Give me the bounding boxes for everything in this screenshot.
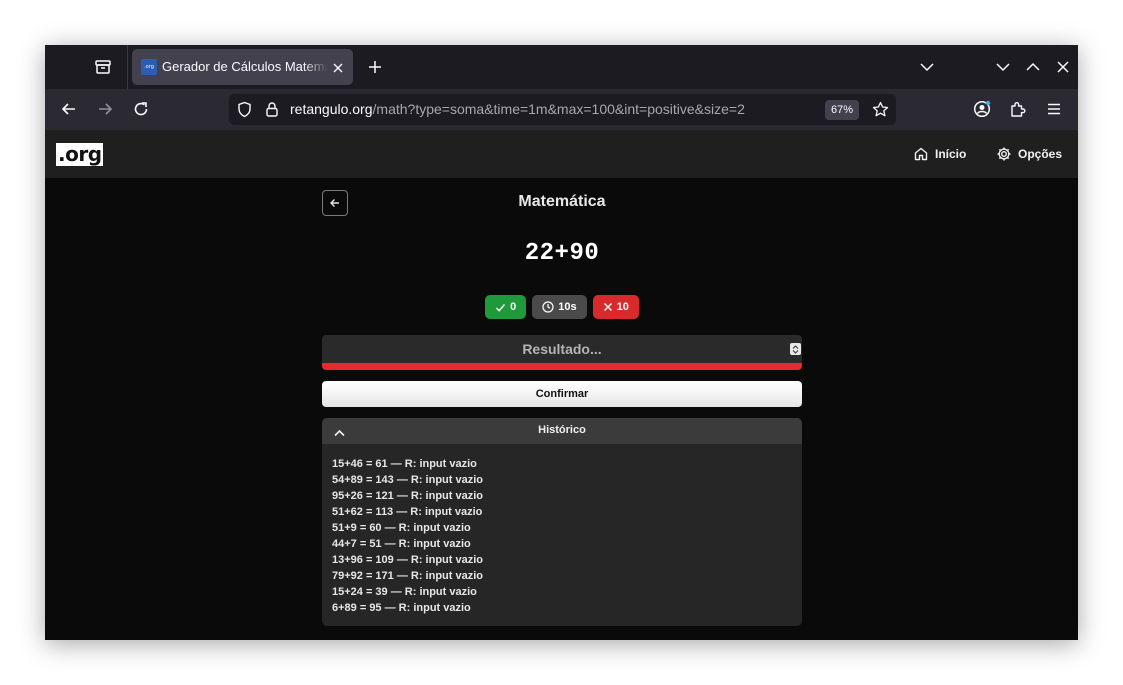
archive-icon[interactable]: [93, 57, 113, 77]
tab-separator: [127, 45, 128, 89]
window-close-icon[interactable]: [1055, 59, 1071, 75]
history-item: 6+89 = 95 — R: input vazio: [332, 602, 471, 614]
arrow-left-icon[interactable]: [60, 100, 78, 118]
history-item: 54+89 = 143 — R: input vazio: [332, 474, 484, 486]
gear-icon: [997, 147, 1011, 161]
minimize-icon[interactable]: [995, 59, 1011, 75]
number-spinner-icon[interactable]: [790, 343, 801, 355]
arrow-right-icon[interactable]: [96, 100, 114, 118]
nav-options-link[interactable]: Opções: [996, 145, 1062, 163]
answer-field-container: [322, 335, 802, 363]
maximize-icon[interactable]: [1025, 59, 1041, 75]
page-title: Matemática: [518, 193, 606, 210]
timer-badge: 10s: [532, 295, 587, 319]
close-icon[interactable]: [331, 60, 345, 74]
history-item: 15+46 = 61 — R: input vazio: [332, 458, 477, 470]
reload-icon[interactable]: [132, 100, 150, 118]
nav-home-link[interactable]: Início: [913, 145, 966, 163]
nav-options-label: Opções: [1018, 147, 1063, 161]
lock-icon[interactable]: [264, 101, 280, 118]
home-icon: [914, 147, 928, 161]
history-item: 15+24 = 39 — R: input vazio: [332, 586, 477, 598]
site-header: .org Início Opções: [45, 130, 1078, 178]
hamburger-icon[interactable]: [1045, 100, 1063, 118]
math-problem: 22+90: [524, 240, 600, 267]
site-logo[interactable]: .org: [56, 143, 103, 166]
x-icon: [603, 303, 612, 311]
zoom-indicator[interactable]: 67%: [825, 100, 859, 120]
clock-icon: [542, 301, 554, 313]
navigation-bar: retangulo.org/math?type=soma&time=1m&max…: [45, 89, 1078, 130]
history-item: 44+7 = 51 — R: input vazio: [332, 538, 471, 550]
puzzle-icon[interactable]: [1009, 100, 1027, 118]
check-icon: [496, 303, 506, 312]
url-bar[interactable]: retangulo.org/math?type=soma&time=1m&max…: [229, 94, 896, 125]
nav-home-label: Início: [935, 147, 967, 161]
url-path: /math?type=soma&time=1m&max=100&int=posi…: [372, 101, 745, 117]
correct-count-badge: 0: [485, 295, 527, 319]
tab-title: Gerador de Cálculos Matemáticos: [162, 59, 328, 74]
chevron-down-icon[interactable]: [919, 59, 935, 75]
tab-bar: .org Gerador de Cálculos Matemáticos: [45, 45, 1078, 89]
wrong-count: 10: [616, 301, 629, 313]
shield-icon[interactable]: [236, 101, 253, 118]
url-host: retangulo.org: [290, 101, 373, 117]
wrong-count-badge: 10: [592, 295, 639, 319]
time-progress-bar: [322, 363, 802, 370]
timer-value: 10s: [558, 301, 577, 313]
account-icon[interactable]: [973, 100, 991, 118]
browser-window: .org Gerador de Cálculos Matemáticos: [45, 45, 1078, 640]
url-text[interactable]: retangulo.org/math?type=soma&time=1m&max…: [290, 101, 745, 118]
history-title: Histórico: [538, 424, 586, 436]
confirm-button[interactable]: Confirmar: [322, 381, 802, 407]
main-content: Matemática 22+90 0 10s 10 Confirmar: [45, 178, 1078, 640]
browser-tab[interactable]: .org Gerador de Cálculos Matemáticos: [132, 49, 353, 85]
plus-icon[interactable]: [366, 58, 384, 76]
history-item: 51+9 = 60 — R: input vazio: [332, 522, 471, 534]
stats-badges: 0 10s 10: [322, 295, 802, 319]
answer-input[interactable]: [322, 335, 802, 363]
star-icon[interactable]: [872, 101, 889, 118]
favicon-text: .org: [144, 64, 154, 70]
history-item: 13+96 = 109 — R: input vazio: [332, 554, 484, 566]
correct-count: 0: [510, 301, 517, 313]
history-item: 79+92 = 171 — R: input vazio: [332, 570, 484, 582]
favicon-icon: .org: [141, 59, 157, 75]
history-list: 15+46 = 61 — R: input vazio 54+89 = 143 …: [332, 456, 483, 616]
history-header[interactable]: Histórico: [322, 418, 802, 444]
history-panel: Histórico 15+46 = 61 — R: input vazio 54…: [322, 418, 802, 626]
history-item: 95+26 = 121 — R: input vazio: [332, 490, 484, 502]
history-item: 51+62 = 113 — R: input vazio: [332, 506, 483, 518]
